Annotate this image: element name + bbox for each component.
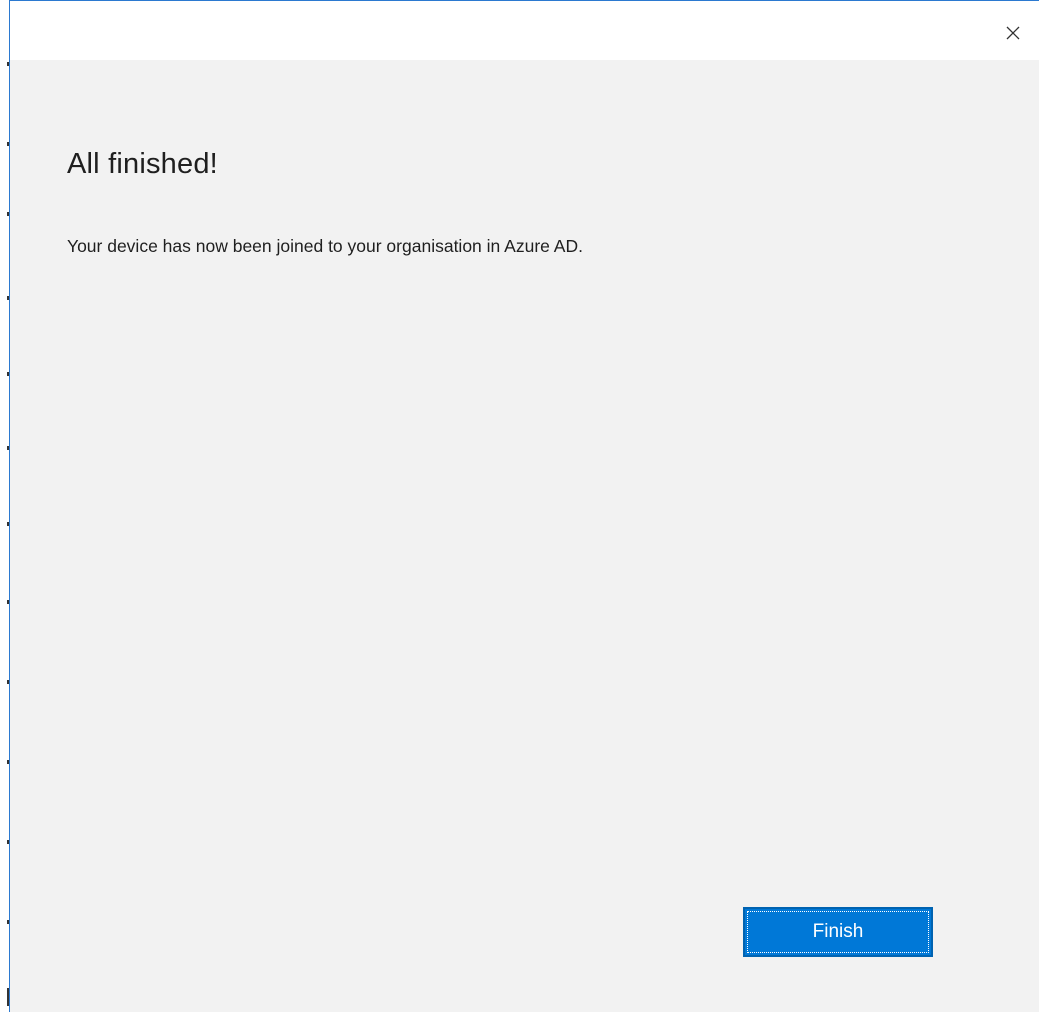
window-left-edge <box>0 0 9 1012</box>
dialog-window: All finished! Your device has now been j… <box>0 0 1039 1012</box>
status-message: Your device has now been joined to your … <box>67 236 583 256</box>
border-tick <box>7 840 9 844</box>
border-tick <box>7 600 9 604</box>
border-tick <box>7 988 9 1006</box>
border-tick <box>7 212 9 216</box>
dialog-content: All finished! Your device has now been j… <box>10 60 1039 1012</box>
border-tick <box>7 142 9 146</box>
border-tick <box>7 920 9 924</box>
close-button[interactable] <box>995 15 1031 51</box>
close-icon <box>1005 25 1021 41</box>
border-tick <box>7 680 9 684</box>
title-bar <box>10 0 1039 60</box>
border-tick <box>7 372 9 376</box>
border-tick <box>7 296 9 300</box>
finish-button[interactable]: Finish <box>743 907 933 957</box>
border-tick <box>7 446 9 450</box>
border-tick <box>7 62 9 66</box>
border-tick <box>7 522 9 526</box>
border-tick <box>7 760 9 764</box>
page-title: All finished! <box>67 148 218 180</box>
